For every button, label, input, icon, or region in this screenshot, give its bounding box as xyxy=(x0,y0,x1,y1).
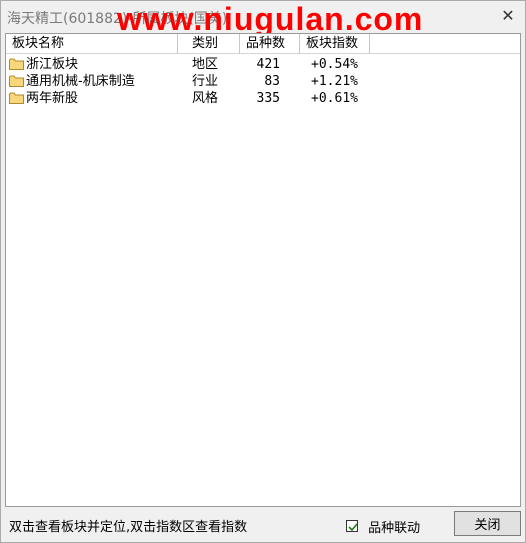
sector-index[interactable]: +1.21% xyxy=(300,73,358,90)
list-header: 板块名称 类别 品种数 板块指数 xyxy=(6,34,520,54)
sector-index[interactable]: +0.61% xyxy=(300,90,358,107)
sector-type: 行业 xyxy=(192,74,219,89)
sector-list[interactable]: 板块名称 类别 品种数 板块指数 浙江板块 地区 421 +0.54% 通用机械… xyxy=(5,33,521,507)
column-header-index[interactable]: 板块指数 xyxy=(300,34,370,54)
sector-type: 风格 xyxy=(192,91,219,106)
column-header-name[interactable]: 板块名称 xyxy=(6,34,178,54)
sector-name: 浙江板块 xyxy=(26,57,79,72)
footer-bar: 双击查看板块并定位,双击指数区查看指数 品种联动 关闭 xyxy=(1,509,525,542)
table-row[interactable]: 通用机械-机床制造 行业 83 +1.21% xyxy=(6,73,520,90)
close-icon[interactable]: ✕ xyxy=(499,7,517,25)
sector-type: 地区 xyxy=(192,57,219,72)
close-button[interactable]: 关闭 xyxy=(454,511,521,536)
linkage-toggle[interactable]: 品种联动 xyxy=(346,517,421,536)
sector-name: 通用机械-机床制造 xyxy=(26,74,135,89)
title-bar[interactable]: 海天精工(601882)-所属板块(国美) www.niugulan.com ✕ xyxy=(1,1,525,37)
sector-dialog: 海天精工(601882)-所属板块(国美) www.niugulan.com ✕… xyxy=(0,0,526,543)
table-row[interactable]: 浙江板块 地区 421 +0.54% xyxy=(6,56,520,73)
sector-count: 335 xyxy=(256,91,280,106)
usage-hint: 双击查看板块并定位,双击指数区查看指数 xyxy=(9,520,248,535)
sector-count: 421 xyxy=(256,57,280,72)
sector-name: 两年新股 xyxy=(26,91,79,106)
folder-icon xyxy=(9,75,24,87)
folder-icon xyxy=(9,58,24,70)
column-header-type[interactable]: 类别 xyxy=(178,34,240,54)
linkage-checkbox[interactable] xyxy=(346,519,358,532)
folder-icon xyxy=(9,92,24,104)
sector-count: 83 xyxy=(264,74,280,89)
column-header-count[interactable]: 品种数 xyxy=(240,34,300,54)
check-icon xyxy=(348,522,358,531)
table-row[interactable]: 两年新股 风格 335 +0.61% xyxy=(6,90,520,107)
linkage-label: 品种联动 xyxy=(368,521,421,536)
sector-index[interactable]: +0.54% xyxy=(300,56,358,73)
